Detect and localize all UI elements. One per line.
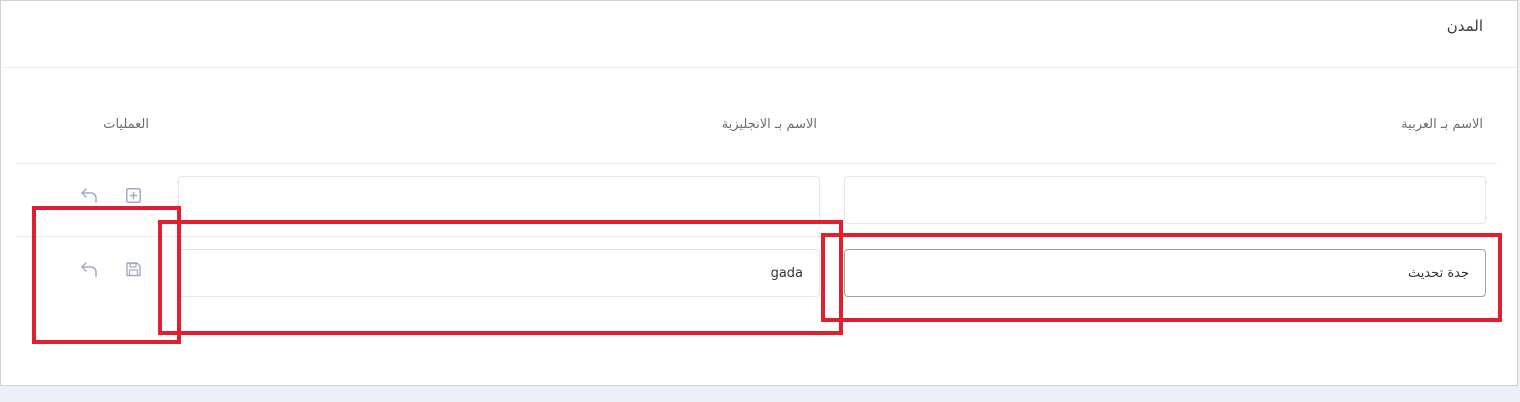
plus-square-icon [125,187,141,203]
columns-divider [17,163,1497,164]
undo-arrow-icon [81,262,97,277]
cities-card: المدن الاسم بـ العربية الاسم بـ الانجليز… [0,0,1518,386]
row-divider [17,236,1497,237]
column-header-arabic-name: الاسم بـ العربية [1401,117,1483,132]
new-english-name-input[interactable] [178,176,820,224]
undo-new-button[interactable] [78,184,100,206]
column-header-english-name: الاسم بـ الانجليزية [721,117,817,132]
card-title: المدن [1446,17,1483,35]
edit-arabic-name-input[interactable] [844,249,1486,297]
header-divider [2,67,1516,68]
undo-edit-button[interactable] [78,258,100,280]
new-arabic-name-input[interactable] [844,176,1486,224]
column-header-operations: العمليات [103,117,149,132]
undo-arrow-icon [81,188,97,203]
save-button[interactable] [122,258,144,280]
edit-english-name-input[interactable] [178,249,820,297]
floppy-disk-icon [125,261,141,276]
add-button[interactable] [122,184,144,206]
